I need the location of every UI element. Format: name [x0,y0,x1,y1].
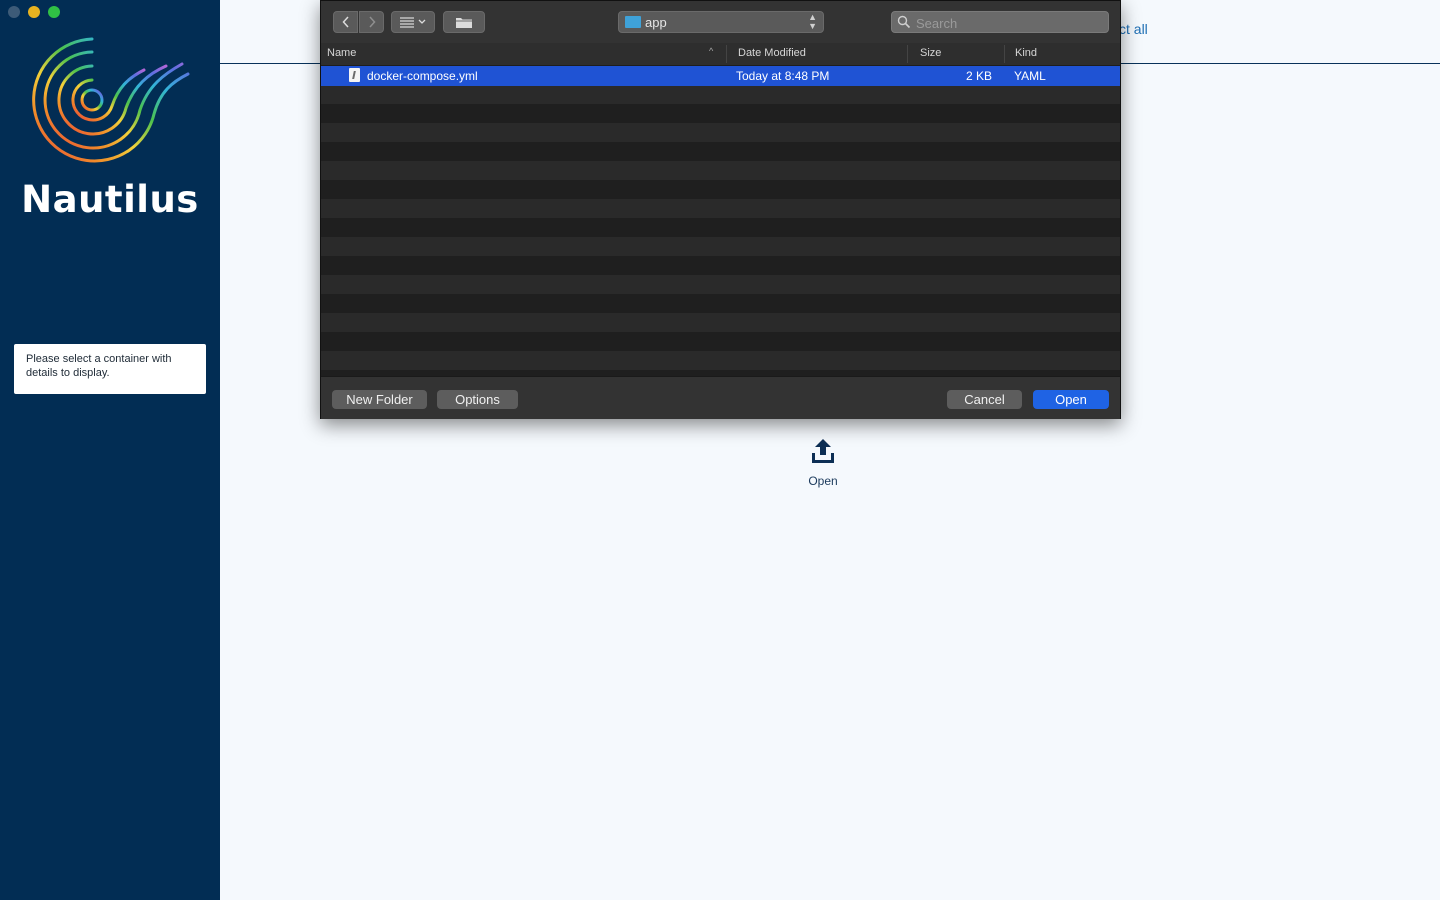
sidebar: Nautilus Please select a container with … [0,0,220,900]
sort-ascending-icon: ^ [709,46,714,56]
close-window-button[interactable] [8,6,20,18]
column-kind[interactable]: Kind [1015,47,1037,59]
cancel-button[interactable]: Cancel [947,390,1022,409]
search-icon [897,15,911,29]
file-date-modified: Today at 8:48 PM [736,69,830,83]
folder-icon [625,16,641,28]
file-name: docker-compose.yml [367,69,478,83]
upload-icon [812,439,834,463]
file-kind: YAML [1014,69,1046,83]
folder-icon [456,17,472,28]
new-folder-toolbar-button[interactable] [443,11,485,33]
column-divider [726,45,727,63]
open-label: Open [808,474,838,488]
search-input[interactable] [914,14,1103,32]
back-button[interactable] [333,11,358,33]
open-button[interactable]: Open [1033,390,1109,409]
select-all-link[interactable]: ct all [1119,21,1148,37]
column-header: Name ^ Date Modified Size Kind [321,43,1120,66]
document-icon [349,68,360,82]
maximize-window-button[interactable] [48,6,60,18]
forward-button[interactable] [359,11,384,33]
minimize-window-button[interactable] [28,6,40,18]
open-file-button[interactable]: Open [788,438,858,488]
view-mode-button[interactable] [391,11,435,33]
column-divider [907,45,908,63]
column-date-modified[interactable]: Date Modified [738,47,806,59]
new-folder-button[interactable]: New Folder [332,390,427,409]
dialog-footer: New Folder Options Cancel Open [321,376,1120,419]
options-button[interactable]: Options [437,390,518,409]
window-controls [8,6,60,18]
chevron-left-icon [341,16,349,28]
empty-selection-notice: Please select a container with details t… [14,344,206,394]
file-list: docker-compose.yml Today at 8:48 PM 2 KB… [321,66,1120,376]
location-name: app [645,15,667,30]
popup-stepper-icon: ▲ ▼ [808,12,817,31]
chevron-right-icon [368,16,376,28]
location-popup[interactable]: app ▲ ▼ [618,11,824,33]
dialog-toolbar: app ▲ ▼ [321,1,1120,44]
search-field[interactable] [891,11,1109,33]
file-row[interactable]: docker-compose.yml Today at 8:48 PM 2 KB… [321,66,1120,86]
column-divider [1004,45,1005,63]
list-view-icon [400,17,426,28]
column-size[interactable]: Size [920,47,941,59]
brand-name: Nautilus [21,178,199,221]
nautilus-logo [32,37,190,163]
column-name[interactable]: Name [327,47,356,59]
file-size: 2 KB [966,69,993,83]
open-file-dialog: app ▲▼ Name ^ Date Modified Size Kind do… [320,0,1121,419]
